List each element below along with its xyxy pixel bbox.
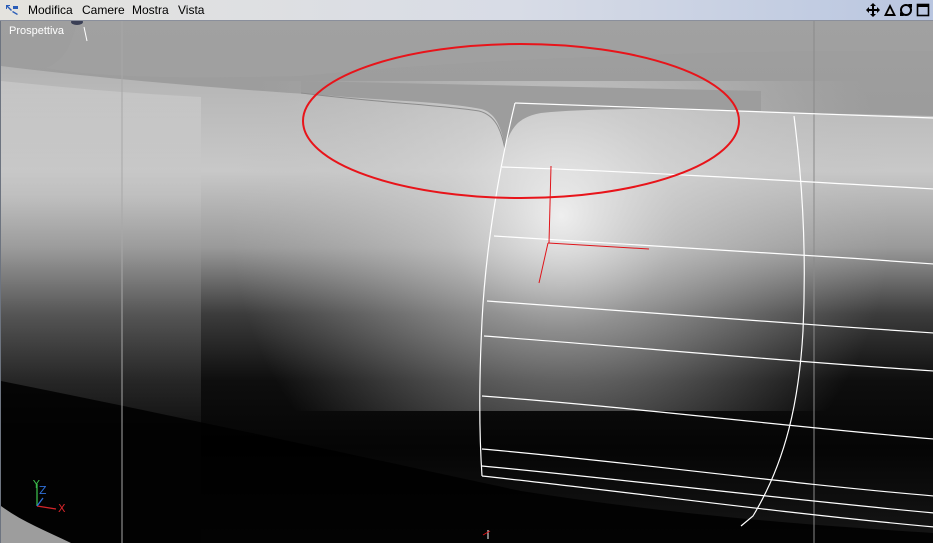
viewport-name-label[interactable]: Prospettiva: [9, 25, 64, 37]
cinema4d-window: Modifica Camere Mostra Vista Prospettiva…: [0, 0, 933, 543]
menu-mostra[interactable]: Mostra: [132, 4, 169, 17]
viewport-menubar: Modifica Camere Mostra Vista: [0, 0, 933, 21]
perspective-viewport[interactable]: Prospettiva Y Z X: [0, 21, 933, 543]
axis-z-label: Z: [39, 484, 47, 497]
rotate-view-icon[interactable]: [883, 3, 897, 17]
app-icon[interactable]: [4, 3, 20, 17]
menu-vista[interactable]: Vista: [178, 4, 204, 17]
axis-x-label: X: [58, 502, 66, 515]
menu-camere[interactable]: Camere: [82, 4, 125, 17]
move-view-icon[interactable]: [866, 3, 880, 17]
maximize-view-icon[interactable]: [916, 3, 930, 17]
zoom-view-icon[interactable]: [899, 3, 913, 17]
viewport-scene: [1, 21, 933, 543]
menu-modifica[interactable]: Modifica: [28, 4, 73, 17]
